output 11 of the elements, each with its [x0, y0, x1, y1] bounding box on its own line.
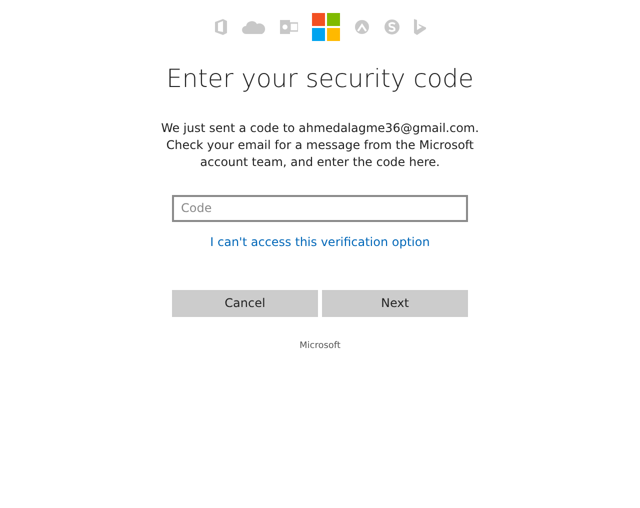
access-link[interactable]: I can't access this verification option: [210, 232, 430, 250]
page-title: Enter your security code: [166, 63, 474, 95]
cloud-icon: [242, 20, 266, 34]
footer-text: Microsoft: [300, 340, 340, 352]
next-button[interactable]: Next: [322, 290, 468, 316]
arrow-mark-icon: [414, 19, 426, 35]
code-field[interactable]: Code: [172, 194, 468, 222]
document-icon: [214, 19, 228, 35]
instruction-text: We just sent a code to ahmedalagme36@gmail.com. Check your email for a message from the Microsoft account team, and enter the code here.: [160, 120, 480, 170]
cancel-button[interactable]: Cancel: [172, 290, 318, 316]
windows-logo-icon: [312, 13, 340, 41]
